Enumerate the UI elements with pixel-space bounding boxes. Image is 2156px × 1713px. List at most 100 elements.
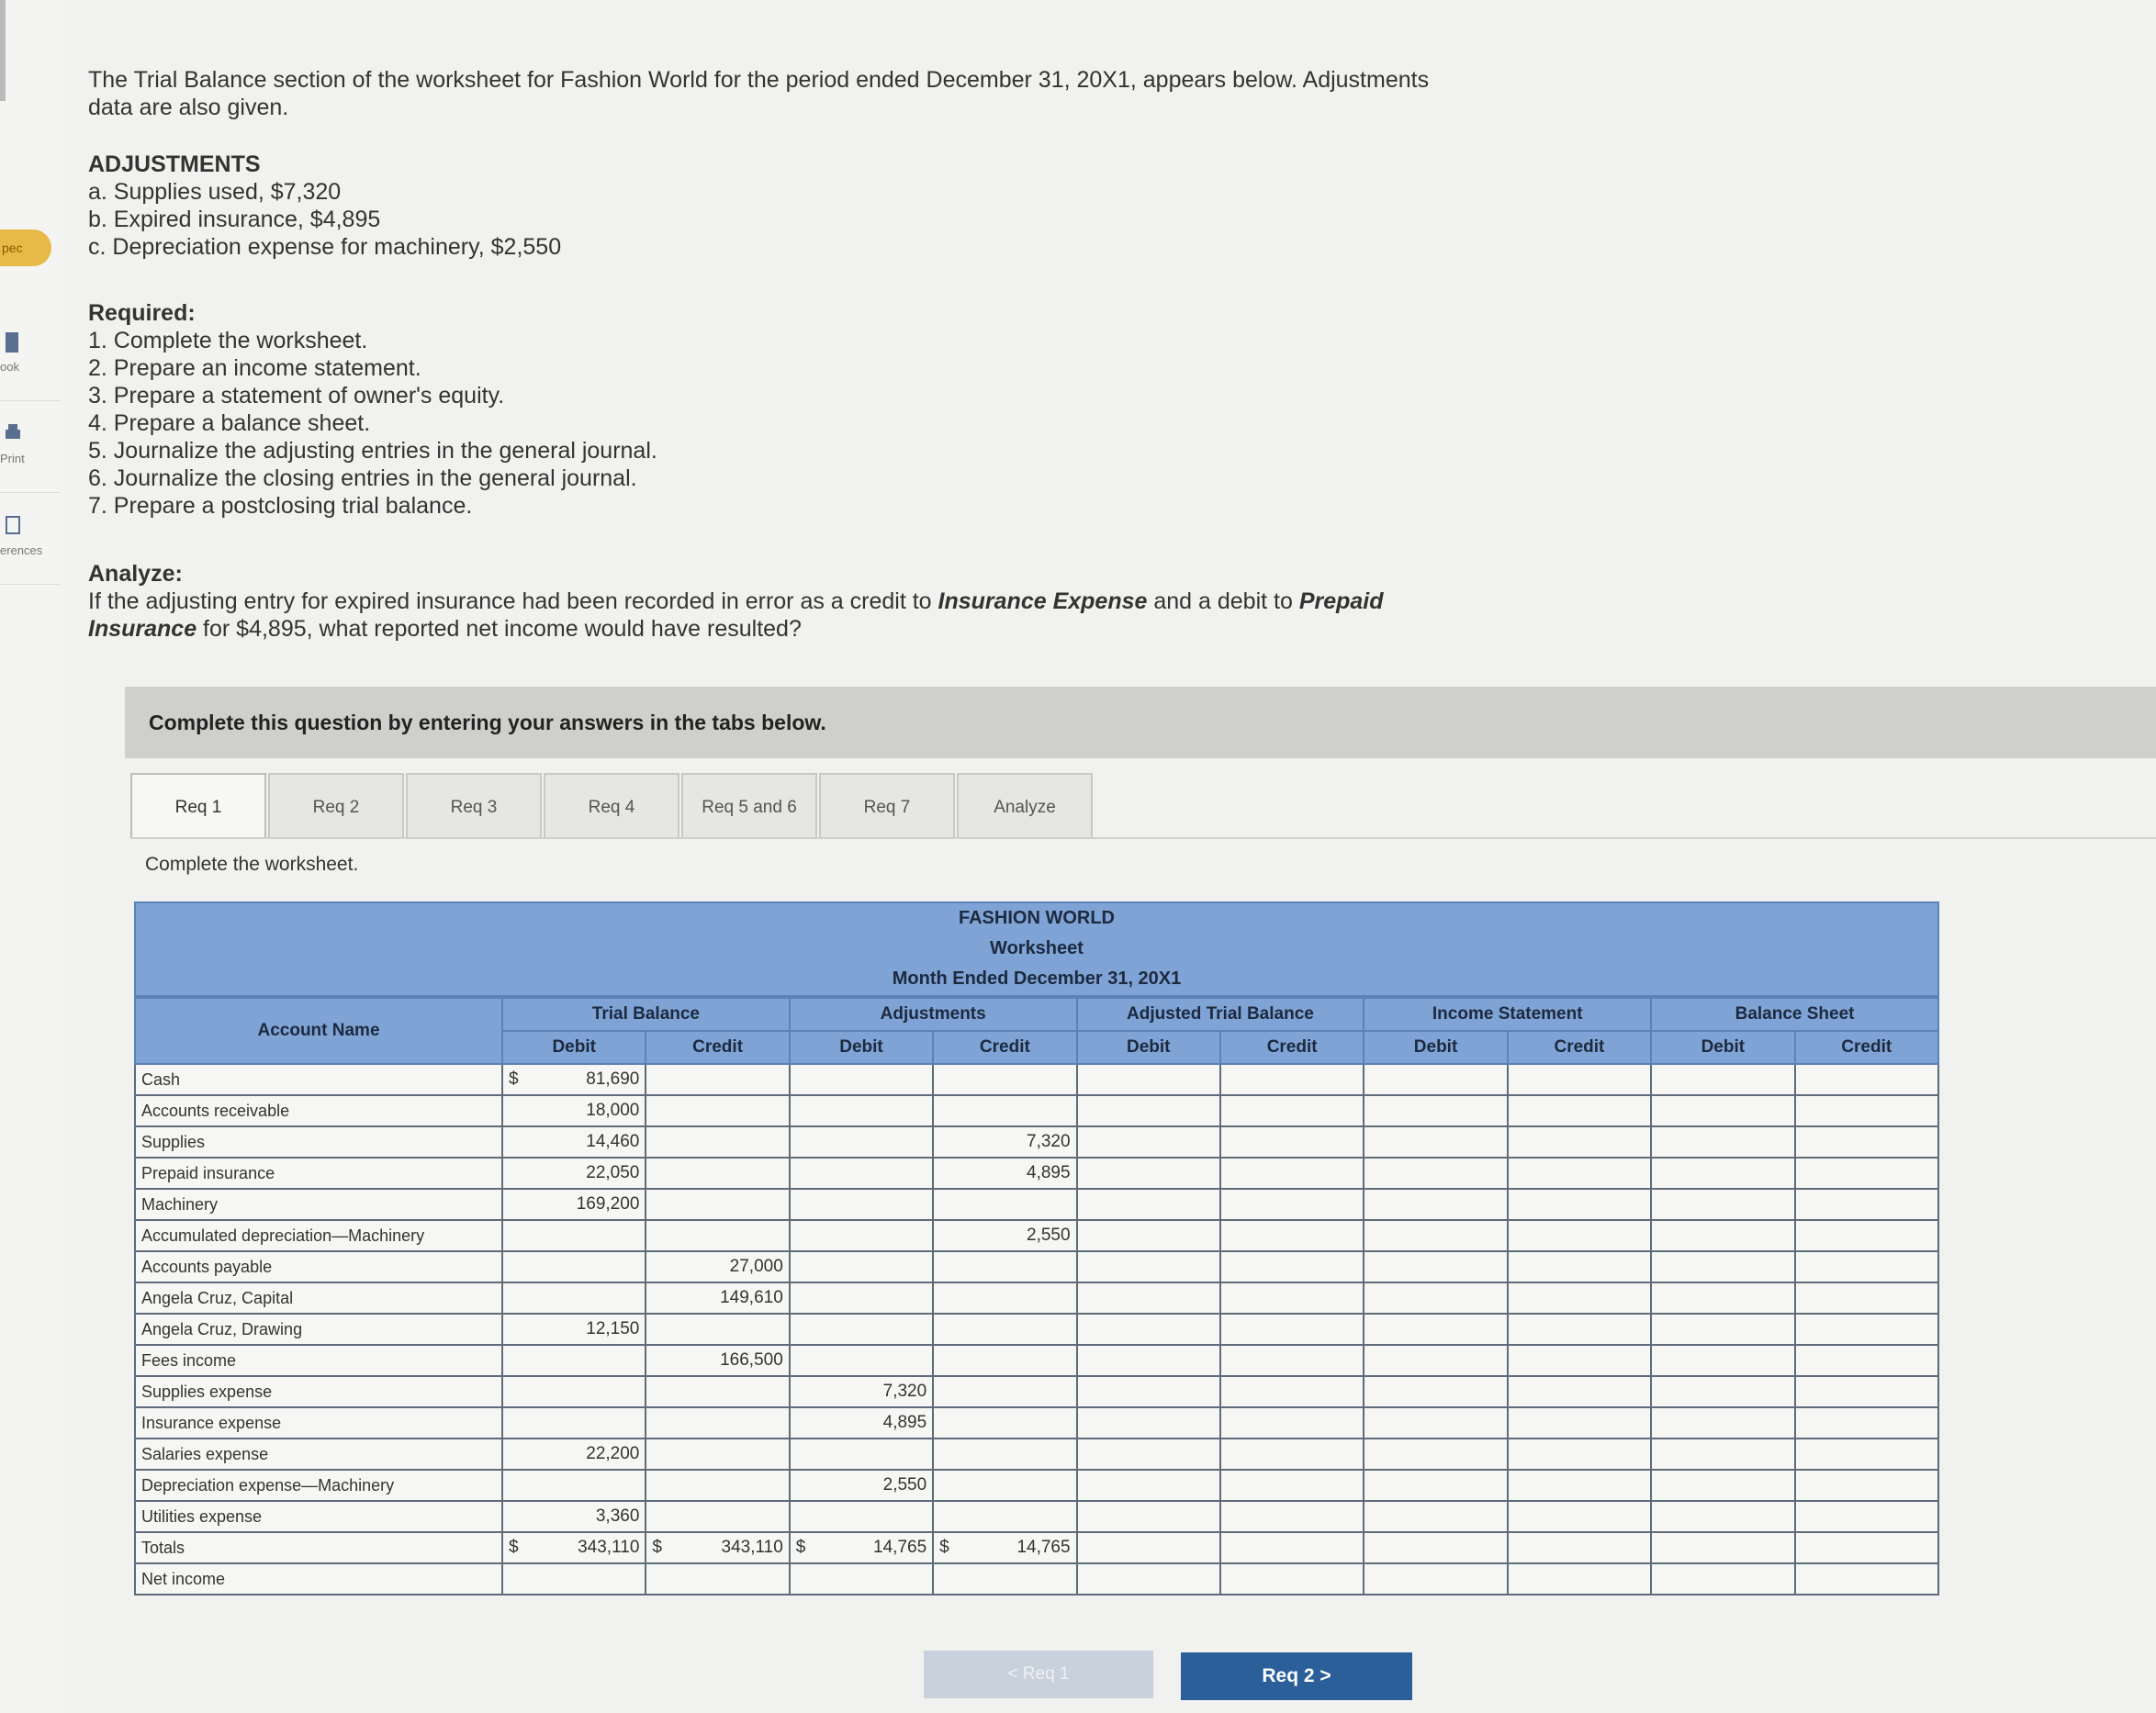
answer-input-cell[interactable]: [1363, 1125, 1509, 1159]
answer-input-cell[interactable]: [1218, 1219, 1365, 1252]
answer-input-cell[interactable]: [1506, 1562, 1653, 1595]
answer-input-cell[interactable]: [1363, 1250, 1509, 1283]
answer-input-cell[interactable]: [1650, 1313, 1796, 1346]
tab-req-5-and-6[interactable]: Req 5 and 6: [681, 773, 817, 839]
answer-input-cell[interactable]: [1075, 1282, 1221, 1315]
answer-input-cell[interactable]: [1793, 1282, 1940, 1315]
answer-input-cell[interactable]: [1650, 1188, 1796, 1221]
answer-input-cell[interactable]: [1075, 1344, 1221, 1377]
answer-input-cell[interactable]: [1363, 1282, 1509, 1315]
answer-input-cell[interactable]: [1363, 1344, 1509, 1377]
answer-input-cell[interactable]: [1363, 1531, 1509, 1564]
answer-input-cell[interactable]: [1506, 1438, 1653, 1471]
answer-input-cell[interactable]: [1075, 1063, 1221, 1096]
answer-input-cell[interactable]: [1218, 1375, 1365, 1408]
answer-input-cell[interactable]: [1075, 1157, 1221, 1190]
tab-analyze[interactable]: Analyze: [957, 773, 1093, 839]
tab-req-2[interactable]: Req 2: [268, 773, 404, 839]
answer-input-cell[interactable]: [1793, 1250, 1940, 1283]
answer-input-cell[interactable]: [1650, 1562, 1796, 1595]
answer-input-cell[interactable]: [1506, 1157, 1653, 1190]
answer-input-cell[interactable]: [1650, 1406, 1796, 1439]
answer-input-cell[interactable]: [1650, 1157, 1796, 1190]
answer-input-cell[interactable]: [1075, 1188, 1221, 1221]
tab-req-7[interactable]: Req 7: [819, 773, 955, 839]
answer-input-cell[interactable]: [1363, 1500, 1509, 1533]
answer-input-cell[interactable]: [1218, 1282, 1365, 1315]
tab-req-3[interactable]: Req 3: [406, 773, 542, 839]
answer-input-cell[interactable]: [1650, 1094, 1796, 1127]
answer-input-cell[interactable]: [1793, 1344, 1940, 1377]
answer-input-cell[interactable]: [1363, 1469, 1509, 1502]
answer-input-cell[interactable]: [1650, 1438, 1796, 1471]
answer-input-cell[interactable]: [1506, 1406, 1653, 1439]
sidebar-item-references[interactable]: erences: [0, 496, 61, 585]
answer-input-cell[interactable]: [1218, 1562, 1365, 1595]
answer-input-cell[interactable]: [1363, 1063, 1509, 1096]
answer-input-cell[interactable]: [1218, 1469, 1365, 1502]
answer-input-cell[interactable]: [1363, 1094, 1509, 1127]
answer-input-cell[interactable]: [1218, 1063, 1365, 1096]
answer-input-cell[interactable]: [1075, 1531, 1221, 1564]
answer-input-cell[interactable]: [1506, 1250, 1653, 1283]
answer-input-cell[interactable]: [1506, 1094, 1653, 1127]
answer-input-cell[interactable]: [1793, 1531, 1940, 1564]
answer-input-cell[interactable]: [1075, 1250, 1221, 1283]
answer-input-cell[interactable]: [1506, 1344, 1653, 1377]
answer-input-cell[interactable]: [1793, 1157, 1940, 1190]
answer-input-cell[interactable]: [1506, 1375, 1653, 1408]
answer-input-cell[interactable]: [1506, 1469, 1653, 1502]
answer-input-cell[interactable]: [1075, 1313, 1221, 1346]
answer-input-cell[interactable]: [1506, 1219, 1653, 1252]
answer-input-cell[interactable]: [1506, 1500, 1653, 1533]
answer-input-cell[interactable]: [1650, 1500, 1796, 1533]
answer-input-cell[interactable]: [1075, 1500, 1221, 1533]
answer-input-cell[interactable]: [1218, 1188, 1365, 1221]
answer-input-cell[interactable]: [1363, 1188, 1509, 1221]
answer-input-cell[interactable]: [1075, 1125, 1221, 1159]
sidebar-item-ebook[interactable]: ook: [0, 312, 61, 401]
prev-req-button[interactable]: < Req 1: [924, 1651, 1153, 1698]
answer-input-cell[interactable]: [1218, 1250, 1365, 1283]
answer-input-cell[interactable]: [1650, 1375, 1796, 1408]
answer-input-cell[interactable]: [1650, 1531, 1796, 1564]
answer-input-cell[interactable]: [1075, 1406, 1221, 1439]
answer-input-cell[interactable]: [1218, 1313, 1365, 1346]
tab-req-1[interactable]: Req 1: [130, 773, 266, 839]
answer-input-cell[interactable]: [1506, 1188, 1653, 1221]
answer-input-cell[interactable]: [1075, 1562, 1221, 1595]
answer-input-cell[interactable]: [1793, 1219, 1940, 1252]
answer-input-cell[interactable]: [1793, 1375, 1940, 1408]
answer-input-cell[interactable]: [1793, 1562, 1940, 1595]
answer-input-cell[interactable]: [1506, 1282, 1653, 1315]
answer-input-cell[interactable]: [1506, 1531, 1653, 1564]
answer-input-cell[interactable]: [1075, 1219, 1221, 1252]
answer-input-cell[interactable]: [1075, 1469, 1221, 1502]
answer-input-cell[interactable]: [1793, 1438, 1940, 1471]
answer-input-cell[interactable]: [1075, 1094, 1221, 1127]
answer-input-cell[interactable]: [1363, 1375, 1509, 1408]
answer-input-cell[interactable]: [1506, 1125, 1653, 1159]
answer-input-cell[interactable]: [1506, 1313, 1653, 1346]
answer-input-cell[interactable]: [1075, 1438, 1221, 1471]
answer-input-cell[interactable]: [1650, 1250, 1796, 1283]
answer-input-cell[interactable]: [1650, 1469, 1796, 1502]
answer-input-cell[interactable]: [1793, 1313, 1940, 1346]
answer-input-cell[interactable]: [1363, 1219, 1509, 1252]
answer-input-cell[interactable]: [1650, 1282, 1796, 1315]
tab-req-4[interactable]: Req 4: [544, 773, 679, 839]
answer-input-cell[interactable]: [1363, 1313, 1509, 1346]
answer-input-cell[interactable]: [1363, 1406, 1509, 1439]
answer-input-cell[interactable]: [1218, 1157, 1365, 1190]
answer-input-cell[interactable]: [1363, 1562, 1509, 1595]
answer-input-cell[interactable]: [1650, 1063, 1796, 1096]
next-req-button[interactable]: Req 2 >: [1181, 1652, 1412, 1700]
answer-input-cell[interactable]: [1218, 1500, 1365, 1533]
answer-input-cell[interactable]: [1218, 1438, 1365, 1471]
answer-input-cell[interactable]: [1793, 1188, 1940, 1221]
sidebar-item-print[interactable]: Print: [0, 404, 61, 493]
answer-input-cell[interactable]: [1075, 1375, 1221, 1408]
answer-input-cell[interactable]: [1218, 1344, 1365, 1377]
answer-input-cell[interactable]: [1793, 1094, 1940, 1127]
answer-input-cell[interactable]: [1793, 1469, 1940, 1502]
